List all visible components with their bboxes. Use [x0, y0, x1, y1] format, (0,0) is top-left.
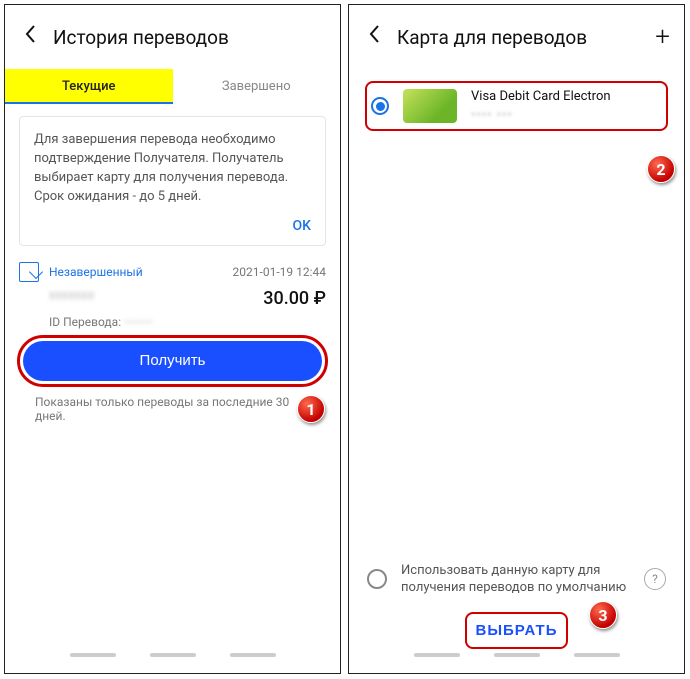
page-title: Карта для переводов [397, 26, 655, 49]
card-name: Visa Debit Card Electron [471, 89, 662, 104]
card-mask: •••• ••• [471, 108, 662, 123]
card-info: Visa Debit Card Electron •••• ••• [471, 89, 662, 123]
tab-done[interactable]: Завершено [173, 69, 341, 104]
add-card-icon[interactable]: + [655, 22, 670, 52]
transfer-status: Незавершенный [49, 265, 233, 279]
transfer-date: 2021-01-19 12:44 [233, 265, 326, 279]
transfer-icon [19, 262, 39, 282]
transfer-id-label: ID Перевода: [49, 315, 121, 329]
help-icon[interactable]: ? [644, 568, 666, 590]
list-footnote: Показаны только переводы за последние 30… [5, 381, 340, 423]
select-button-wrap: ВЫБРАТЬ [349, 614, 684, 647]
tabs: Текущие Завершено [5, 69, 340, 104]
page-title: История переводов [53, 26, 326, 49]
default-card-radio[interactable] [367, 569, 387, 589]
topbar: История переводов [5, 5, 340, 69]
annotation-badge-1: 1 [297, 395, 325, 423]
transfer-amount: 30.00 ₽ [263, 288, 326, 309]
notice-text: Для завершения перевода необходимо подтв… [34, 131, 311, 206]
back-icon[interactable] [19, 24, 41, 50]
transfer-item: Незавершенный 2021-01-19 12:44 xxxxxxx 3… [19, 262, 326, 329]
topbar: Карта для переводов + [349, 5, 684, 69]
default-card-option[interactable]: Использовать данную карту для получения … [349, 562, 684, 597]
annotation-badge-2: 2 [647, 155, 675, 183]
card-thumbnail [403, 89, 457, 123]
select-button[interactable]: ВЫБРАТЬ [461, 614, 571, 647]
transfer-id-value: ••••••• [124, 315, 152, 329]
gesture-bar [349, 653, 684, 669]
transfer-id-row: ID Перевода: ••••••• [19, 315, 326, 329]
transfer-name-blurred: xxxxxxx [49, 288, 263, 309]
card-row[interactable]: Visa Debit Card Electron •••• ••• [361, 79, 672, 133]
annotation-badge-3: 3 [589, 601, 617, 629]
receive-button-wrap: Получить [23, 341, 322, 381]
card-radio-selected[interactable] [371, 97, 389, 115]
receive-button[interactable]: Получить [23, 341, 322, 381]
phone-left: История переводов Текущие Завершено Для … [4, 4, 341, 674]
default-card-label: Использовать данную карту для получения … [401, 562, 636, 597]
phone-right: Карта для переводов + Visa Debit Card El… [348, 4, 685, 674]
notice-ok-button[interactable]: OK [34, 216, 311, 236]
gesture-bar [5, 653, 340, 669]
notice-card: Для завершения перевода необходимо подтв… [19, 116, 326, 246]
back-icon[interactable] [363, 24, 385, 50]
tab-current[interactable]: Текущие [5, 69, 173, 104]
